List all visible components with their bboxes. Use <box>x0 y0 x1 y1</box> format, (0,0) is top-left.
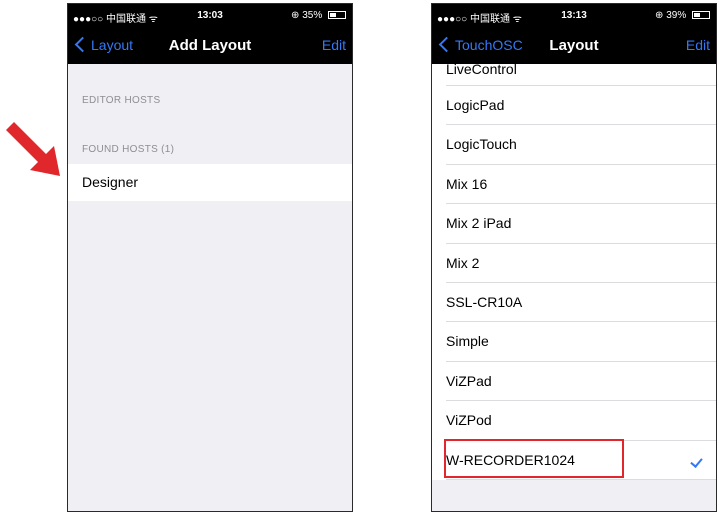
list-item[interactable]: SSL-CR10A <box>432 283 716 323</box>
list-item-label: Mix 2 iPad <box>446 215 512 232</box>
page-title: Add Layout <box>168 37 252 54</box>
host-row-designer[interactable]: Designer <box>68 164 352 201</box>
add-layout-screen: ●●●○○ 中国联通 ᯤ 13:03 ⊕ 35% Layout Add Layo… <box>67 3 353 512</box>
list-item[interactable]: Mix 2 <box>432 244 716 284</box>
list-item-label: Mix 16 <box>446 175 488 192</box>
list-item[interactable]: LogicPad <box>432 86 716 126</box>
list-item[interactable]: Simple <box>432 322 716 363</box>
status-bar: ●●●○○ 中国联通 ᯤ 13:13 ⊕ 39% <box>432 4 716 26</box>
list-item-label: W-RECORDER1024 <box>446 451 575 468</box>
checkmark-icon <box>690 454 703 468</box>
battery-icon <box>328 11 346 20</box>
list-item[interactable]: LogicTouch <box>432 125 716 166</box>
editor-hosts-header: EDITOR HOSTS <box>82 95 161 106</box>
list-item[interactable]: Mix 2 iPad <box>432 204 716 244</box>
list-item[interactable]: ViZPod <box>432 401 716 441</box>
alarm-icon: ⊕ <box>655 10 664 21</box>
list-item[interactable]: LiveControl <box>432 64 716 86</box>
list-item-label: LogicPad <box>446 97 505 113</box>
list-item-label: Mix 2 <box>446 254 480 271</box>
list-item[interactable]: Mix 16 <box>432 165 716 205</box>
battery-indicator: ⊕ 39% <box>655 10 710 21</box>
navigation-bar: TouchOSC Layout Edit <box>432 26 716 64</box>
list-item-label: ViZPod <box>446 412 492 429</box>
list-item-label: SSL-CR10A <box>446 293 523 310</box>
list-item-selected[interactable]: W-RECORDER1024 <box>432 441 716 481</box>
edit-button[interactable]: Edit <box>686 37 710 53</box>
battery-icon <box>692 11 710 20</box>
list-item-label: ViZPad <box>446 372 492 389</box>
layout-list: LiveControl LogicPad LogicTouch Mix 16 M… <box>432 64 716 481</box>
battery-percent: 39% <box>666 10 687 21</box>
alarm-icon: ⊕ <box>291 10 300 21</box>
list-item-label: Simple <box>446 333 489 350</box>
edit-button[interactable]: Edit <box>322 37 346 53</box>
navigation-bar: Layout Add Layout Edit <box>68 26 352 64</box>
status-bar: ●●●○○ 中国联通 ᯤ 13:03 ⊕ 35% <box>68 4 352 26</box>
page-title: Layout <box>549 37 599 54</box>
layout-screen: LiveControl LogicPad LogicTouch Mix 16 M… <box>431 3 717 512</box>
battery-indicator: ⊕ 35% <box>291 10 346 21</box>
list-item-label: LogicTouch <box>446 136 517 153</box>
list-item[interactable]: ViZPad <box>432 362 716 402</box>
found-hosts-header: FOUND HOSTS (1) <box>82 144 175 155</box>
battery-percent: 35% <box>302 10 323 21</box>
pointer-arrow-icon <box>6 122 60 176</box>
list-item-label: LiveControl <box>446 64 517 77</box>
